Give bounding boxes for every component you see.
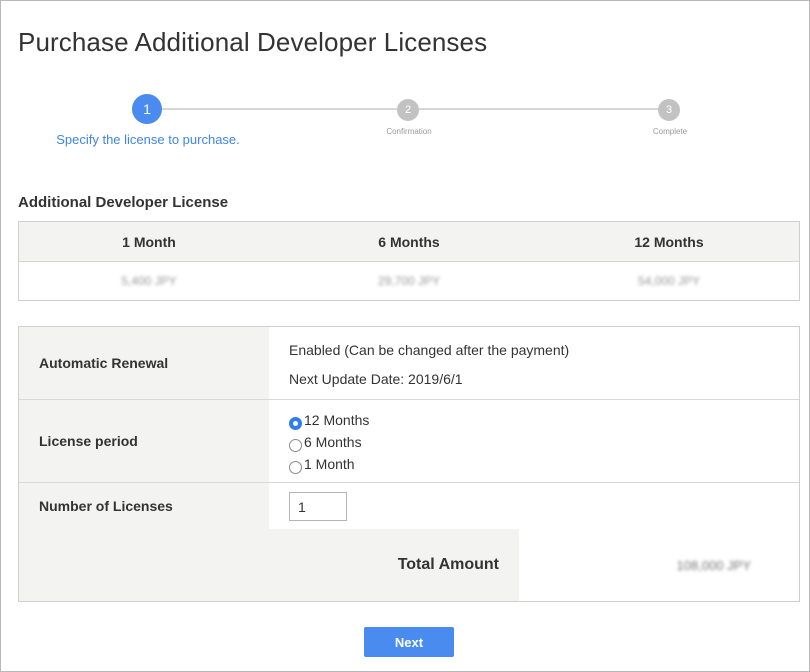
period-option-label: 6 Months [304,434,362,450]
step-connector [161,108,397,110]
price-cell: 54,000 JPY [539,262,799,300]
license-count-row: Number of Licenses [19,483,799,529]
column-header-6-months: 6 Months [378,233,440,250]
total-amount-value: 108,000 JPY [676,557,751,573]
total-amount-cell: 108,000 JPY [519,529,799,601]
section-title: Additional Developer License [18,194,229,211]
radio-checked-icon[interactable] [289,416,302,430]
total-amount-label: Total Amount [19,529,519,601]
price-12-months: 54,000 JPY [637,274,701,288]
price-cell: 29,700 JPY [279,262,539,300]
step-connector [419,108,658,110]
step-2-indicator: 2 [397,99,419,121]
price-6-months: 29,700 JPY [377,274,441,288]
license-period-label: License period [19,400,269,482]
purchase-form: Automatic Renewal Enabled (Can be change… [18,326,800,602]
price-table-header: 1 Month 6 Months 12 Months [19,222,799,262]
column-header-1-month: 1 Month [122,233,176,250]
license-period-options: 12 Months 6 Months 1 Month [269,400,799,482]
price-table: 1 Month 6 Months 12 Months 5,400 JPY 29,… [18,221,800,301]
license-count-label: Number of Licenses [19,483,269,529]
period-option-label: 12 Months [304,412,370,428]
license-count-value [269,483,799,529]
step-1-indicator: 1 [132,94,162,124]
radio-unchecked-icon[interactable] [289,460,302,474]
step-1-label: Specify the license to purchase. [56,132,240,147]
column-header-12-months: 12 Months [634,233,704,250]
license-period-row: License period 12 Months 6 Months 1 Mont… [19,400,799,483]
step-3-indicator: 3 [658,99,680,121]
auto-renewal-label: Automatic Renewal [19,327,269,399]
next-button[interactable]: Next [364,627,454,657]
period-option-12-months[interactable]: 12 Months [289,411,370,430]
auto-renewal-row: Automatic Renewal Enabled (Can be change… [19,327,799,400]
auto-renewal-status: Enabled (Can be changed after the paymen… [289,342,570,358]
price-row: 5,400 JPY 29,700 JPY 54,000 JPY [19,262,799,300]
step-3-label: Complete [652,127,688,136]
step-2-label: Confirmation [386,127,432,136]
price-cell: 5,400 JPY [19,262,279,300]
price-1-month: 5,400 JPY [121,274,177,288]
license-count-input[interactable] [289,492,347,521]
auto-renewal-value: Enabled (Can be changed after the paymen… [269,327,799,399]
period-option-6-months[interactable]: 6 Months [289,433,362,452]
page-title: Purchase Additional Developer Licenses [18,27,488,57]
period-option-1-month[interactable]: 1 Month [289,455,355,474]
next-update-date: Next Update Date: 2019/6/1 [289,371,463,387]
purchase-window: Purchase Additional Developer Licenses 1… [0,0,810,672]
period-option-label: 1 Month [304,456,355,472]
radio-unchecked-icon[interactable] [289,438,302,452]
total-row: Total Amount 108,000 JPY [19,529,799,601]
